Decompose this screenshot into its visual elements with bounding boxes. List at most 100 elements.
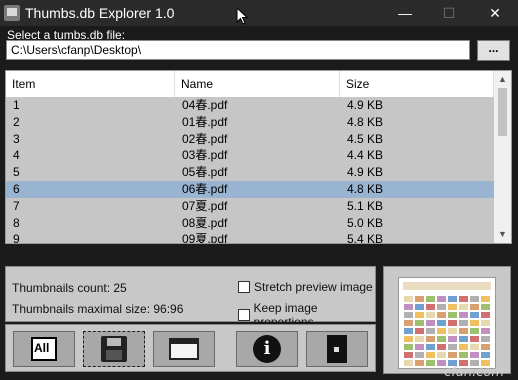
preview-block <box>404 360 413 366</box>
table-row[interactable]: 2 01春.pdf 4.8 KB <box>6 113 494 131</box>
preview-block <box>415 352 424 358</box>
table-row[interactable]: 4 03春.pdf 4.4 KB <box>6 147 494 165</box>
preview-block <box>481 320 490 326</box>
row-item-cell: 8 <box>13 215 20 230</box>
preview-block <box>437 352 446 358</box>
row-size-cell: 4.8 KB <box>347 114 384 129</box>
view-window-button[interactable] <box>153 331 215 367</box>
preview-block <box>404 328 413 334</box>
title-bar: Thumbs.db Explorer 1.0 — ☐ ✕ <box>0 0 518 26</box>
window-icon <box>169 338 199 360</box>
list-rows: 1 04春.pdf 4.9 KB 2 01春.pdf 4.8 KB 3 02春.pdf 4.5 … <box>6 97 494 244</box>
preview-block <box>437 296 446 302</box>
row-item-cell: 9 <box>13 232 20 244</box>
preview-block <box>404 312 413 318</box>
row-name-cell: 02春.pdf <box>182 131 228 146</box>
preview-panel <box>383 266 511 374</box>
column-header-name[interactable]: Name <box>175 71 340 97</box>
row-item-cell: 2 <box>13 114 20 129</box>
all-icon: All <box>31 337 57 361</box>
stretch-checkbox-box[interactable] <box>238 281 250 293</box>
preview-block <box>426 328 435 334</box>
table-row[interactable]: 1 04春.pdf 4.9 KB <box>6 97 494 114</box>
row-name-cell: 08夏.pdf <box>182 215 228 230</box>
table-row[interactable]: 3 02春.pdf 4.5 KB <box>6 130 494 148</box>
close-button[interactable]: ✕ <box>472 0 518 26</box>
scroll-down-icon[interactable]: ▼ <box>494 226 511 243</box>
preview-block <box>470 352 479 358</box>
window-title: Thumbs.db Explorer 1.0 <box>25 5 175 21</box>
row-item-cell: 6 <box>13 181 20 196</box>
table-row[interactable]: 5 05春.pdf 4.9 KB <box>6 164 494 181</box>
extract-all-button[interactable]: All <box>13 331 75 367</box>
row-name-cell: 09夏.pdf <box>182 232 228 244</box>
maximize-button[interactable]: ☐ <box>426 0 472 26</box>
preview-block <box>448 296 457 302</box>
browse-button[interactable]: ... <box>477 40 510 61</box>
info-panel: Thumbnails count: 25 Thumbnails maximal … <box>5 266 376 329</box>
preview-block <box>415 320 424 326</box>
preview-block <box>437 336 446 342</box>
preview-block <box>404 320 413 326</box>
about-button[interactable]: i <box>236 331 298 367</box>
column-header-item[interactable]: Item <box>6 71 175 97</box>
preview-block <box>437 344 446 350</box>
preview-block <box>415 304 424 310</box>
preview-block <box>459 336 468 342</box>
preview-block <box>415 336 424 342</box>
keep-checkbox-box[interactable] <box>238 309 250 321</box>
column-header-size[interactable]: Size <box>340 71 494 97</box>
table-row[interactable]: 9 09夏.pdf 5.4 KB <box>6 231 494 244</box>
info-icon: i <box>253 335 281 363</box>
row-size-cell: 5.0 KB <box>347 215 384 230</box>
watermark-text: cfan.com <box>444 365 504 380</box>
row-item-cell: 3 <box>13 131 20 146</box>
row-name-cell: 06春.pdf <box>182 181 228 196</box>
preview-block <box>415 360 424 366</box>
row-item-cell: 4 <box>13 148 20 163</box>
save-button[interactable] <box>83 331 145 367</box>
preview-block <box>437 304 446 310</box>
list-header: Item Name Size <box>6 71 494 98</box>
stretch-preview-checkbox[interactable]: Stretch preview image <box>238 280 373 294</box>
preview-block <box>448 328 457 334</box>
row-size-cell: 4.8 KB <box>347 181 384 196</box>
preview-block <box>415 344 424 350</box>
preview-block <box>404 344 413 350</box>
table-row[interactable]: 6 06春.pdf 4.8 KB <box>6 180 494 198</box>
file-path-input[interactable] <box>6 40 470 60</box>
preview-block <box>459 344 468 350</box>
preview-block <box>481 296 490 302</box>
vertical-scrollbar[interactable]: ▲ ▼ <box>494 71 511 243</box>
preview-block <box>470 336 479 342</box>
table-row[interactable]: 8 08夏.pdf 5.0 KB <box>6 214 494 232</box>
preview-block <box>481 304 490 310</box>
preview-block <box>448 304 457 310</box>
row-item-cell: 7 <box>13 198 20 213</box>
row-size-cell: 4.4 KB <box>347 148 384 163</box>
preview-block <box>448 352 457 358</box>
scrollbar-thumb[interactable] <box>498 88 507 136</box>
preview-block <box>470 304 479 310</box>
preview-block <box>481 312 490 318</box>
preview-block <box>404 296 413 302</box>
stretch-preview-label: Stretch preview image <box>254 280 373 294</box>
minimize-button[interactable]: — <box>382 0 428 26</box>
row-name-cell: 04春.pdf <box>182 98 228 112</box>
preview-block <box>437 320 446 326</box>
scroll-up-icon[interactable]: ▲ <box>494 71 511 88</box>
exit-button[interactable] <box>306 331 368 367</box>
row-name-cell: 05春.pdf <box>182 165 228 180</box>
preview-block <box>459 352 468 358</box>
thumbnails-list[interactable]: Item Name Size 1 04春.pdf 4.9 KB 2 01春.pdf 4.8… <box>5 70 512 244</box>
preview-block <box>448 312 457 318</box>
preview-block <box>481 344 490 350</box>
preview-block <box>426 320 435 326</box>
preview-block <box>437 328 446 334</box>
preview-block <box>437 312 446 318</box>
table-row[interactable]: 7 07夏.pdf 5.1 KB <box>6 197 494 215</box>
preview-block <box>459 320 468 326</box>
row-item-cell: 5 <box>13 165 20 180</box>
preview-block <box>459 296 468 302</box>
preview-block <box>481 336 490 342</box>
